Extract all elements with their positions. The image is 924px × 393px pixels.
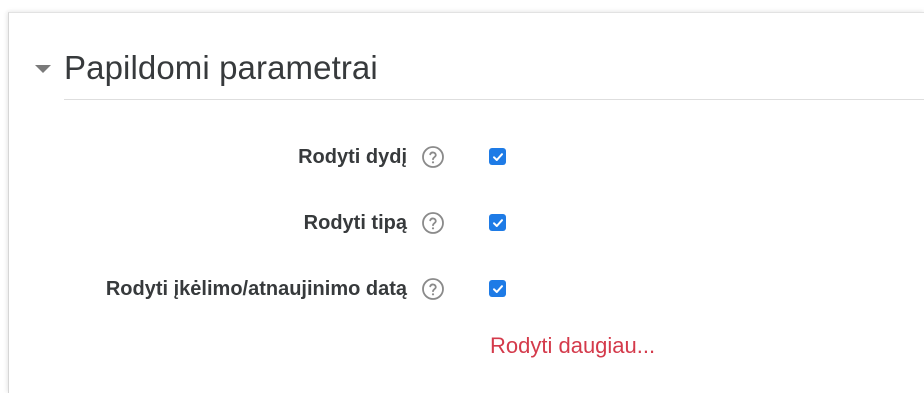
question-circle-icon[interactable]: [421, 277, 445, 301]
section-title[interactable]: Papildomi parametrai: [64, 49, 378, 87]
show-size-checkbox[interactable]: [489, 148, 506, 165]
caret-down-icon[interactable]: [35, 65, 51, 73]
option-row-show-type: Rodyti tipą: [9, 208, 924, 238]
option-row-show-date: Rodyti įkėlimo/atnaujinimo datą: [9, 274, 924, 304]
checkmark-icon: [492, 152, 503, 161]
show-date-checkbox[interactable]: [489, 280, 506, 297]
divider: [64, 99, 924, 100]
question-circle-icon[interactable]: [421, 211, 445, 235]
checkmark-icon: [492, 284, 503, 293]
checkmark-icon: [492, 218, 503, 227]
section-toggle[interactable]: Papildomi parametrai: [35, 49, 378, 87]
option-label: Rodyti dydį: [298, 146, 407, 168]
option-label: Rodyti įkėlimo/atnaujinimo datą: [105, 278, 407, 300]
show-type-checkbox[interactable]: [489, 214, 506, 231]
show-more-link[interactable]: Rodyti daugiau...: [490, 333, 655, 359]
option-row-show-size: Rodyti dydį: [9, 142, 924, 172]
option-label: Rodyti tipą: [303, 212, 407, 234]
settings-panel: Papildomi parametrai Rodyti dydį Rodyti …: [8, 12, 924, 393]
question-circle-icon[interactable]: [421, 145, 445, 169]
